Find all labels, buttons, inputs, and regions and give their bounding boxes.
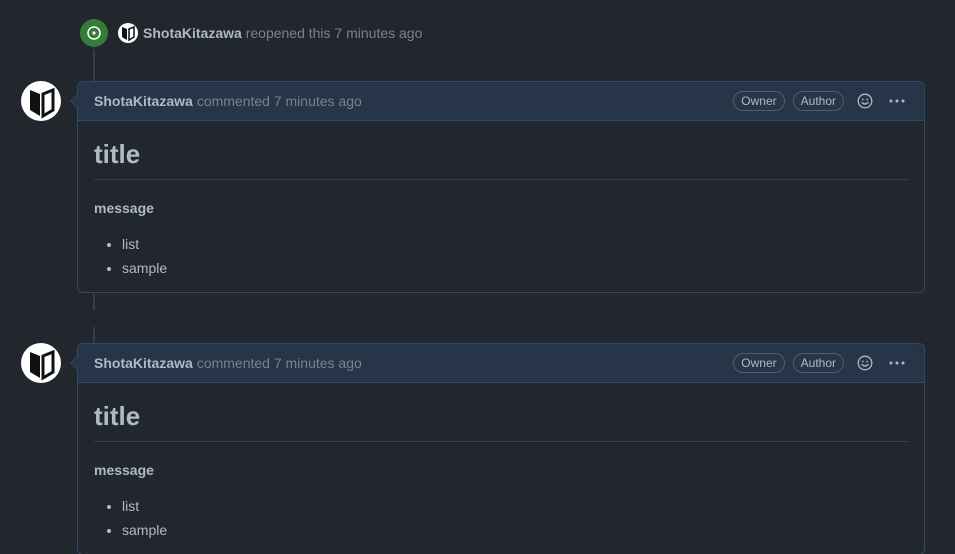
markdown-heading: title xyxy=(94,137,908,180)
comment-body: title message list sample xyxy=(78,383,924,554)
issue-reopened-icon xyxy=(80,19,108,47)
kebab-horizontal-icon xyxy=(889,99,905,103)
avatar[interactable] xyxy=(21,81,61,121)
comment: ShotaKitazawa commented 7 minutes ago Ow… xyxy=(70,81,925,293)
event-description: ShotaKitazawa reopened this 7 minutes ag… xyxy=(143,25,422,41)
markdown-list: list sample xyxy=(94,494,908,542)
comment-header: ShotaKitazawa commented 7 minutes ago Ow… xyxy=(78,344,924,383)
owner-badge: Owner xyxy=(733,353,785,373)
more-options-button[interactable] xyxy=(886,352,908,374)
list-item: sample xyxy=(122,256,908,280)
list-item: list xyxy=(122,232,908,256)
list-item: sample xyxy=(122,518,908,542)
markdown-heading: title xyxy=(94,399,908,442)
event-author-link[interactable]: ShotaKitazawa xyxy=(143,25,242,41)
smiley-icon xyxy=(857,93,873,109)
avatar[interactable] xyxy=(118,23,138,43)
markdown-paragraph: message xyxy=(94,200,154,216)
markdown-list: list sample xyxy=(94,232,908,280)
add-reaction-button[interactable] xyxy=(854,90,876,112)
kebab-horizontal-icon xyxy=(889,361,905,365)
comment-author-link[interactable]: ShotaKitazawa xyxy=(94,355,193,371)
comment-body: title message list sample xyxy=(78,121,924,292)
list-item: list xyxy=(122,494,908,518)
timeline-line xyxy=(93,294,95,310)
author-badge: Author xyxy=(792,91,844,111)
issue-timeline: ShotaKitazawa reopened this 7 minutes ag… xyxy=(0,0,955,554)
comment-timestamp[interactable]: commented 7 minutes ago xyxy=(197,93,362,109)
smiley-icon xyxy=(857,355,873,371)
comment-timestamp[interactable]: commented 7 minutes ago xyxy=(197,355,362,371)
timeline-line xyxy=(93,46,95,82)
owner-badge: Owner xyxy=(733,91,785,111)
comment-author-link[interactable]: ShotaKitazawa xyxy=(94,93,193,109)
markdown-paragraph: message xyxy=(94,462,154,478)
comment: ShotaKitazawa commented 7 minutes ago Ow… xyxy=(70,343,925,554)
event-action-text: reopened this 7 minutes ago xyxy=(245,25,423,41)
author-badge: Author xyxy=(792,353,844,373)
add-reaction-button[interactable] xyxy=(854,352,876,374)
comment-header: ShotaKitazawa commented 7 minutes ago Ow… xyxy=(78,82,924,121)
more-options-button[interactable] xyxy=(886,90,908,112)
reopened-event: ShotaKitazawa reopened this 7 minutes ag… xyxy=(80,18,422,48)
avatar[interactable] xyxy=(21,343,61,383)
